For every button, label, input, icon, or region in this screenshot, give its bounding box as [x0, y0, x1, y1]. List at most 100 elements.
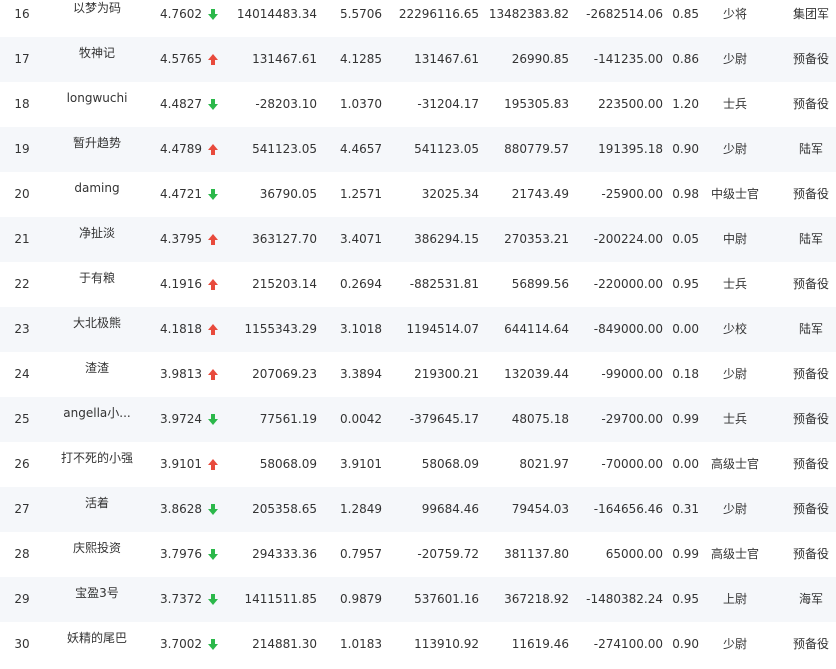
value-cell-2: 1.0370 [340, 97, 382, 111]
trend-cell [205, 622, 221, 667]
value-cell-3: 113910.92 [414, 637, 479, 651]
table-row[interactable]: 23 大北极熊 4.1818 1155343.29 3.1018 1194514.07 64… [0, 307, 836, 352]
arrow-down-icon [208, 414, 218, 425]
value-cell-4: 195305.83 [504, 97, 569, 111]
table-row[interactable]: 22 于有粮 4.1916 215203.14 0.2694 -882531.81 5689… [0, 262, 836, 307]
value-cell-1: 207069.23 [252, 367, 317, 381]
value-cell-1: 541123.05 [252, 142, 317, 156]
table-row[interactable]: 30 妖精的尾巴 3.7002 214881.30 1.0183 113910.92 116… [0, 622, 836, 667]
arrow-up-icon [208, 369, 218, 380]
rank-cell: 20 [14, 187, 30, 201]
value-cell-3: 219300.21 [414, 367, 479, 381]
value-cell-1: 14014483.34 [236, 7, 317, 21]
value-cell-5: -2682514.06 [586, 7, 663, 21]
military-rank-cell: 中尉 [722, 232, 747, 246]
value-cell-1: 131467.61 [252, 52, 317, 66]
value-cell-4: 56899.56 [511, 277, 569, 291]
value-cell-1: 214881.30 [252, 637, 317, 651]
military-rank-cell: 少尉 [722, 502, 747, 516]
trend-cell [205, 127, 221, 172]
table-row[interactable]: 25 angella小... 3.9724 77561.19 0.0042 -379645… [0, 397, 836, 442]
value-cell-4: 26990.85 [511, 52, 569, 66]
value-cell-1: 363127.70 [252, 232, 317, 246]
value-cell-1: 205358.65 [252, 502, 317, 516]
name-cell: 宝盈3号 [75, 586, 119, 600]
table-row[interactable]: 17 牧神记 4.5765 131467.61 4.1285 131467.61 26990… [0, 37, 836, 82]
table-row[interactable]: 28 庆熙投资 3.7976 294333.36 0.7957 -20759.72 3811… [0, 532, 836, 577]
value-cell-2: 4.4657 [340, 142, 382, 156]
rank-cell: 29 [14, 592, 30, 606]
military-rank-cell: 少尉 [722, 637, 747, 651]
value-cell-5: -164656.46 [593, 502, 663, 516]
trend-cell [205, 0, 221, 37]
score-cell: 3.9724 [160, 412, 202, 426]
unit-cell: 陆军 [798, 322, 823, 336]
table-row[interactable]: 29 宝盈3号 3.7372 1411511.85 0.9879 537601.16 367… [0, 577, 836, 622]
value-cell-1: 36790.05 [259, 187, 317, 201]
unit-cell: 陆军 [798, 232, 823, 246]
value-cell-5: -274100.00 [593, 637, 663, 651]
arrow-up-icon [208, 54, 218, 65]
value-cell-1: 294333.36 [252, 547, 317, 561]
military-rank-cell: 士兵 [722, 277, 747, 291]
name-cell: 渣渣 [84, 361, 109, 375]
value-cell-6: 0.99 [672, 547, 699, 561]
value-cell-6: 0.00 [672, 457, 699, 471]
table-row[interactable]: 19 暂升趋势 4.4789 541123.05 4.4657 541123.05 8807… [0, 127, 836, 172]
score-cell: 4.5765 [160, 52, 202, 66]
table-row[interactable]: 21 净扯淡 4.3795 363127.70 3.4071 386294.15 27035… [0, 217, 836, 262]
table-row[interactable]: 18 longwuchi 4.4827 -28203.10 1.0370 -31204.1… [0, 82, 836, 127]
value-cell-5: -70000.00 [601, 457, 663, 471]
rank-cell: 30 [14, 637, 30, 651]
name-cell: 牧神记 [78, 46, 115, 60]
value-cell-3: 131467.61 [414, 52, 479, 66]
value-cell-5: 191395.18 [598, 142, 663, 156]
arrow-down-icon [208, 639, 218, 650]
value-cell-3: -379645.17 [409, 412, 479, 426]
table-row[interactable]: 27 活着 3.8628 205358.65 1.2849 99684.46 79454.0… [0, 487, 836, 532]
value-cell-3: 386294.15 [414, 232, 479, 246]
name-cell: 妖精的尾巴 [66, 631, 127, 645]
value-cell-2: 3.4071 [340, 232, 382, 246]
rank-cell: 28 [14, 547, 30, 561]
unit-cell: 预备役 [792, 187, 829, 201]
arrow-up-icon [208, 234, 218, 245]
unit-cell: 集团军 [792, 7, 829, 21]
value-cell-1: 215203.14 [252, 277, 317, 291]
trend-cell [205, 217, 221, 262]
value-cell-6: 0.98 [672, 187, 699, 201]
unit-cell: 预备役 [792, 52, 829, 66]
unit-cell: 预备役 [792, 367, 829, 381]
rank-cell: 19 [14, 142, 30, 156]
rank-cell: 18 [14, 97, 30, 111]
trend-cell [205, 532, 221, 577]
trend-cell [205, 577, 221, 622]
arrow-down-icon [208, 594, 218, 605]
value-cell-5: -1480382.24 [586, 592, 663, 606]
military-rank-cell: 少尉 [722, 367, 747, 381]
value-cell-2: 0.2694 [340, 277, 382, 291]
table-row[interactable]: 20 daming 4.4721 36790.05 1.2571 32025.34 2174… [0, 172, 836, 217]
value-cell-6: 0.99 [672, 412, 699, 426]
value-cell-6: 0.95 [672, 277, 699, 291]
rank-cell: 21 [14, 232, 30, 246]
value-cell-6: 0.90 [672, 637, 699, 651]
value-cell-4: 367218.92 [504, 592, 569, 606]
score-cell: 3.7372 [160, 592, 202, 606]
trend-cell [205, 82, 221, 127]
name-cell: 打不死的小强 [60, 451, 133, 465]
score-cell: 3.7002 [160, 637, 202, 651]
table-row[interactable]: 24 渣渣 3.9813 207069.23 3.3894 219300.21 132039… [0, 352, 836, 397]
table-row[interactable]: 16 以梦为码 4.7602 14014483.34 5.5706 22296116.65… [0, 0, 836, 37]
military-rank-cell: 少尉 [722, 52, 747, 66]
name-cell: 暂升趋势 [72, 136, 121, 150]
value-cell-1: 1411511.85 [244, 592, 317, 606]
name-cell: 于有粮 [78, 271, 115, 285]
unit-cell: 预备役 [792, 637, 829, 651]
score-cell: 4.7602 [160, 7, 202, 21]
trend-cell [205, 442, 221, 487]
value-cell-5: -220000.00 [593, 277, 663, 291]
table-row[interactable]: 26 打不死的小强 3.9101 58068.09 3.9101 58068.09 8021… [0, 442, 836, 487]
trend-cell [205, 307, 221, 352]
military-rank-cell: 少校 [722, 322, 747, 336]
